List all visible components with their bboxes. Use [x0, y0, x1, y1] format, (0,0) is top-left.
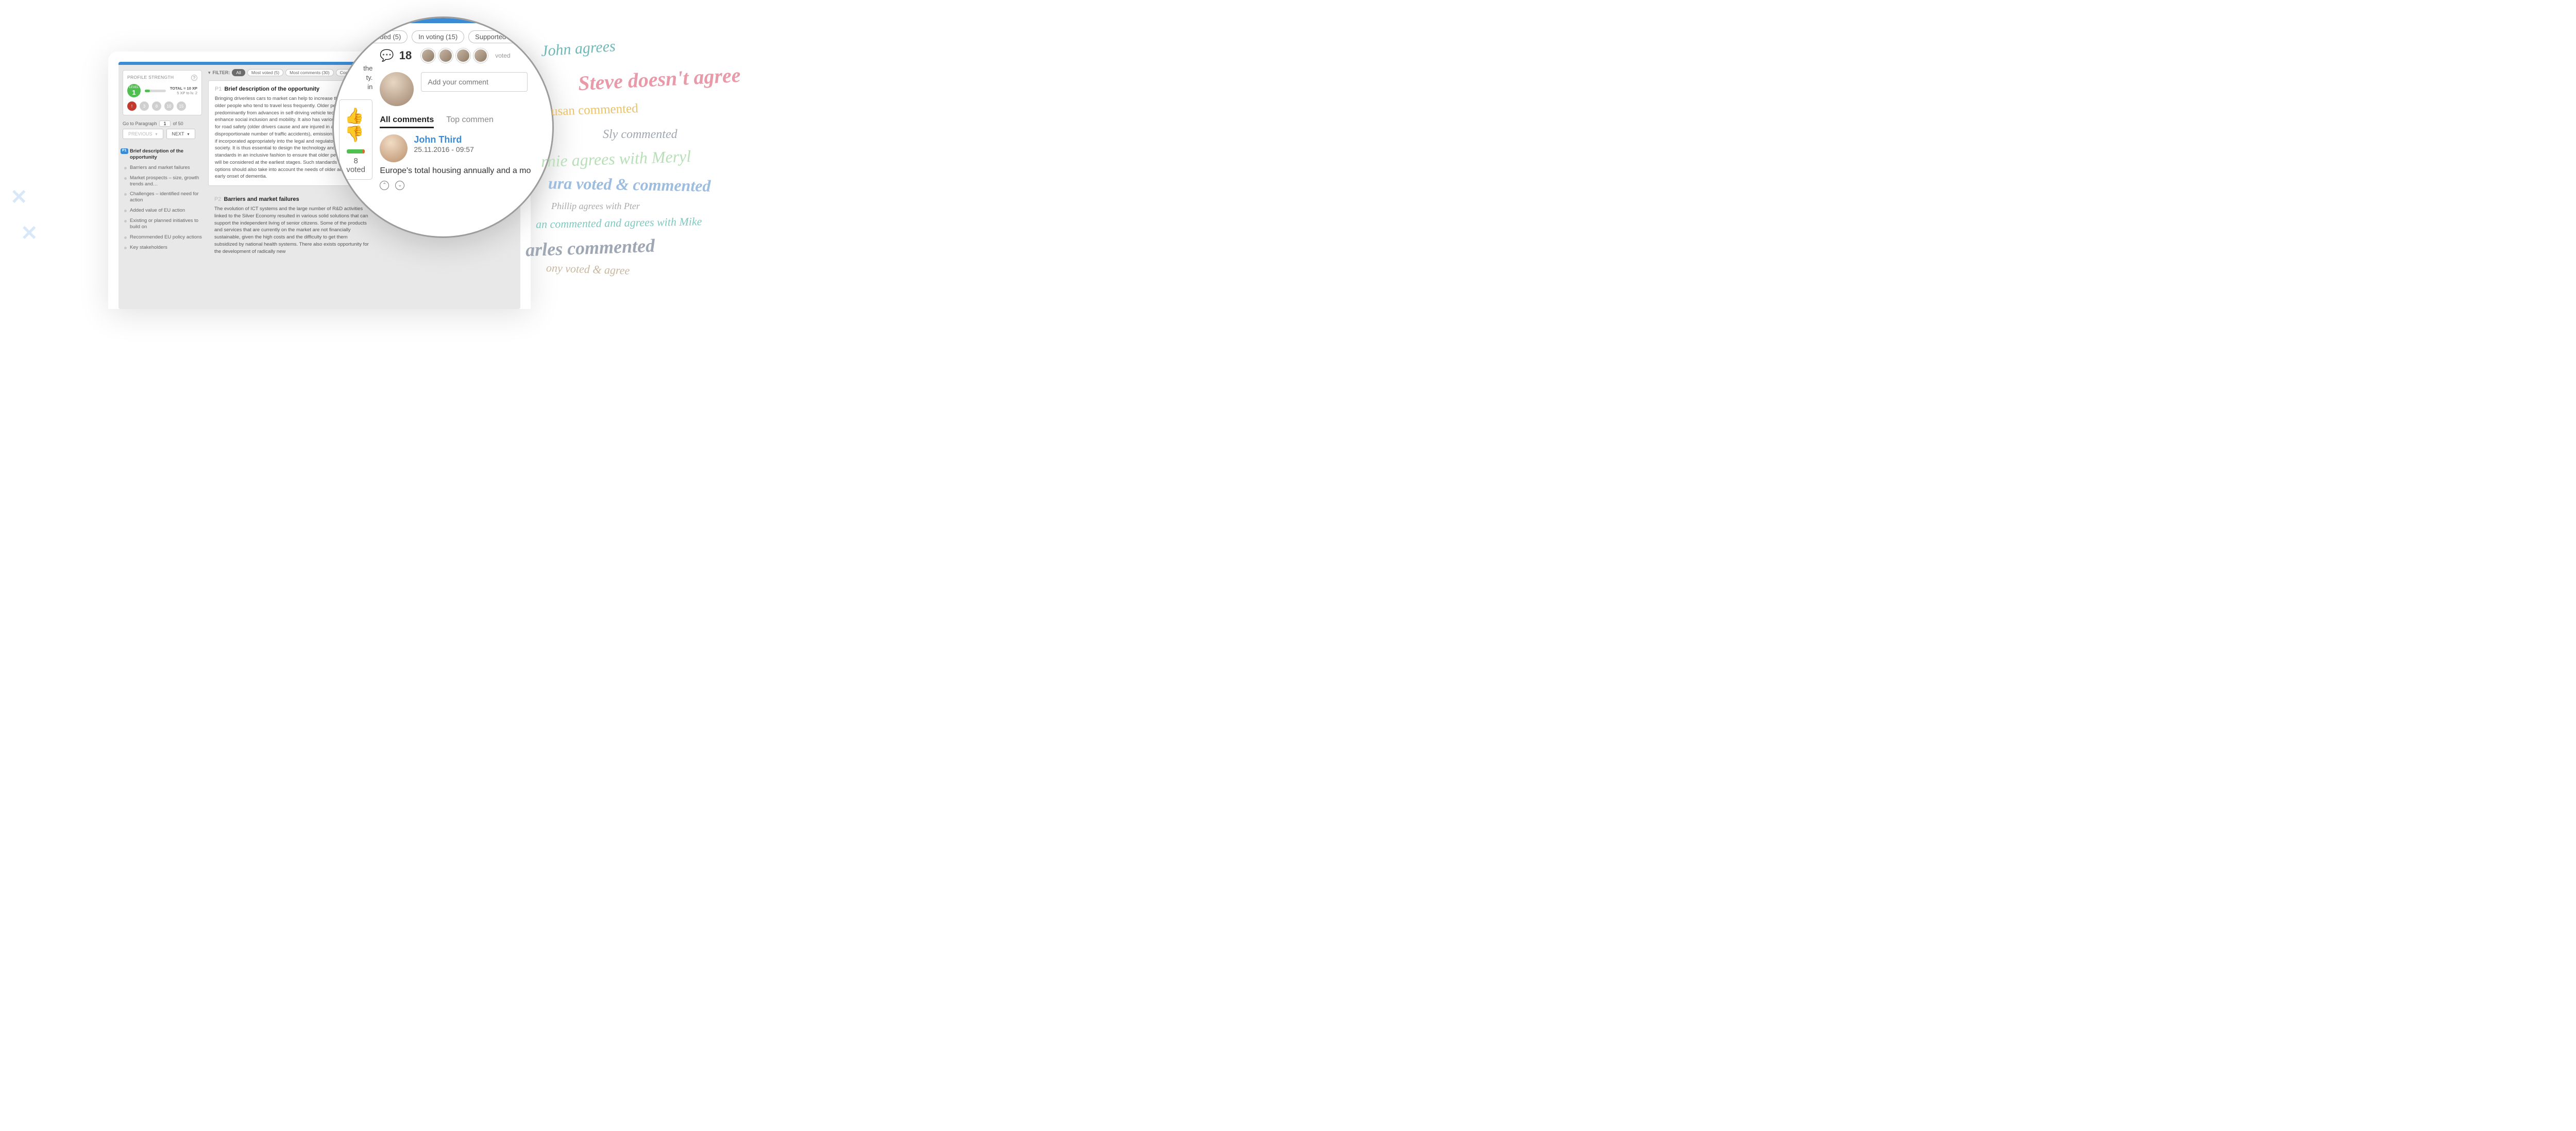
activity-float: an commented and agrees with Mike: [536, 215, 702, 231]
lens-chip[interactable]: In voting (15): [412, 30, 464, 43]
profile-strength-label: PROFILE STRENGTH: [127, 75, 174, 81]
thumbs-down-icon[interactable]: 👎: [345, 126, 367, 143]
mini-badge: 8: [152, 101, 161, 111]
mini-badge: 15: [177, 101, 186, 111]
filter-icon: ▾: [208, 70, 211, 76]
toc-item[interactable]: P1Brief description of the opportunity: [123, 146, 202, 163]
filter-chip[interactable]: Most comments (30): [285, 69, 333, 76]
xp-progress: [145, 90, 166, 92]
lens-chip[interactable]: Supported (15): [468, 30, 527, 43]
activity-float: John agrees: [540, 38, 616, 60]
chevron-down-icon: ▾: [188, 132, 190, 136]
comments-icon: 💬: [380, 49, 394, 62]
paragraph-title: Barriers and market failures: [224, 196, 299, 202]
activity-float: rnie agrees with Meryl: [540, 147, 691, 171]
help-icon[interactable]: ?: [191, 75, 197, 81]
mini-badge: 10: [164, 101, 174, 111]
avatar: [380, 134, 408, 162]
comment-stat: 💬 18 voted: [380, 48, 554, 63]
warn-badge-icon: !: [127, 101, 137, 111]
avatar: [380, 72, 414, 106]
chevron-down-icon: ▾: [156, 132, 158, 136]
activity-float: Phillip agrees with Pter: [551, 201, 640, 212]
tab-top-comments[interactable]: Top commen: [446, 115, 494, 128]
profile-strength-card: PROFILE STRENGTH ? LEVEL 1 TOTAL = 10 XP…: [123, 70, 202, 115]
vote-up-icon[interactable]: ⌃: [380, 181, 389, 190]
voted-label: voted: [495, 52, 510, 59]
lens-filter-chips: Decided (5) In voting (15) Supported (15…: [334, 23, 552, 45]
vote-count: 8 voted: [345, 157, 367, 174]
toc-item[interactable]: Market prospects – size, growth trends a…: [123, 173, 202, 190]
vote-box-zoom: 👍👎 8 voted: [339, 99, 372, 180]
mini-badge: 3: [140, 101, 149, 111]
level-badge: LEVEL 1: [127, 84, 141, 97]
comment-body: Europe's total housing annually and a mo: [380, 165, 554, 177]
goto-paragraph: Go to Paragraph of 50: [123, 121, 202, 127]
comment-count: 18: [399, 49, 412, 62]
zoom-comment: John Third 25.11.2016 - 09:57: [380, 134, 554, 162]
filter-label: FILTER:: [213, 70, 230, 75]
paragraph-card: P2Barriers and market failures The evolu…: [208, 191, 376, 260]
lens-chip[interactable]: Decided (5): [360, 30, 408, 43]
activity-float: usan commented: [551, 101, 639, 119]
previous-button[interactable]: PREVIOUS▾: [123, 129, 163, 139]
total-xp: TOTAL = 10 XP: [170, 86, 197, 91]
toc-item[interactable]: Added value of EU action: [123, 205, 202, 216]
toc-item[interactable]: Existing or planned initiatives to build…: [123, 216, 202, 232]
avatar: [438, 48, 453, 63]
vote-down-icon[interactable]: ⌄: [395, 181, 404, 190]
avatar: [421, 48, 435, 63]
paragraph-body: The evolution of ICT systems and the lar…: [214, 205, 370, 255]
sidebar: PROFILE STRENGTH ? LEVEL 1 TOTAL = 10 XP…: [118, 65, 206, 309]
activity-float: Sly commented: [603, 128, 677, 142]
filter-chip[interactable]: Most voted (5): [247, 69, 283, 76]
activity-float: Steve doesn't agree: [578, 63, 741, 95]
toc-item[interactable]: Challenges – identified need for action: [123, 189, 202, 205]
commenter-name[interactable]: John Third: [414, 134, 474, 145]
next-level: 5 XP to lv. 2: [177, 91, 197, 95]
comment-date: 25.11.2016 - 09:57: [414, 145, 474, 153]
toc-item[interactable]: Barriers and market failures: [123, 163, 202, 173]
goto-input[interactable]: [159, 121, 171, 127]
avatar: [473, 48, 488, 63]
avatar: [456, 48, 470, 63]
paragraph-title: Brief description of the opportunity: [224, 86, 319, 92]
thumbs-up-icon[interactable]: 👍: [345, 108, 367, 125]
activity-float: arles commented: [525, 235, 655, 261]
vote-meter: [347, 149, 365, 153]
toc-item[interactable]: Recommended EU policy actions: [123, 232, 202, 243]
toc: P1Brief description of the opportunity B…: [123, 146, 202, 253]
badge-row: ! 3 8 10 15: [127, 101, 197, 111]
next-button[interactable]: NEXT▾: [166, 129, 195, 139]
compose-row: [380, 72, 528, 106]
toc-item[interactable]: Key stakeholders: [123, 243, 202, 253]
activity-float: ony voted & agree: [546, 261, 630, 278]
filter-chip-all[interactable]: All: [232, 69, 245, 76]
activity-float: ura voted & commented: [548, 174, 711, 196]
magnifier-lens: Decided (5) In voting (15) Supported (15…: [332, 16, 554, 238]
tab-all-comments[interactable]: All comments: [380, 115, 434, 128]
comment-input[interactable]: [421, 72, 528, 92]
